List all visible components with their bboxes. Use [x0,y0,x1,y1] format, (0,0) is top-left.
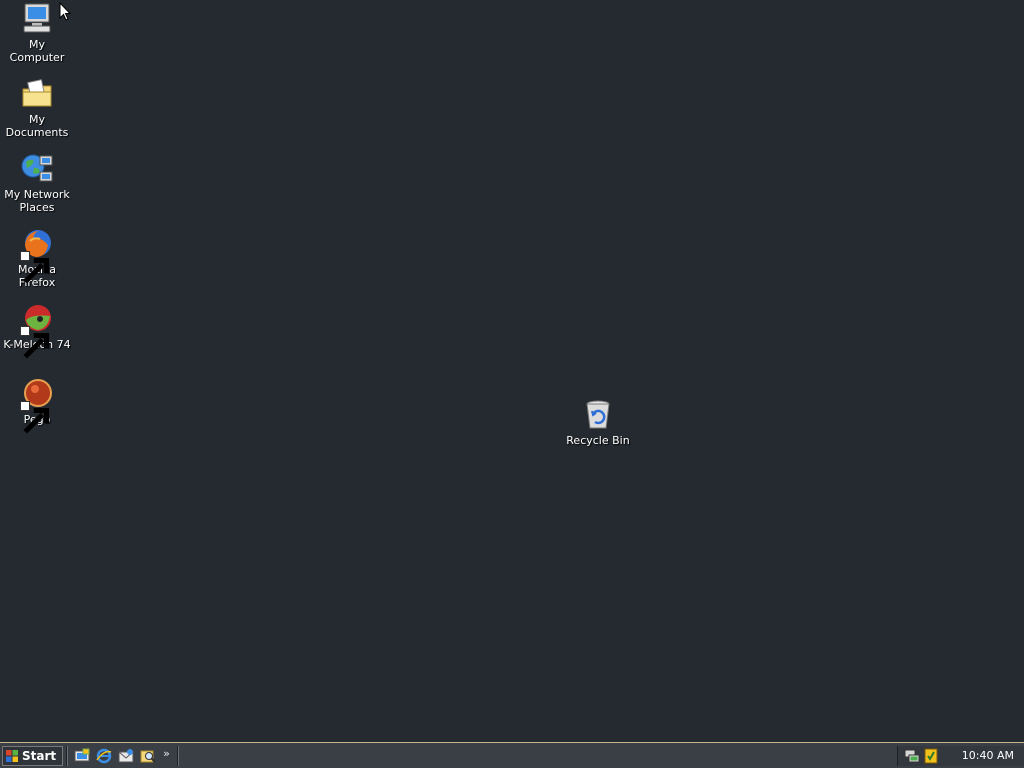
desktop-icon-label: Recycle Bin [566,434,630,447]
desktop-icon-label: My Network Places [4,188,70,214]
shortcut-arrow-icon [20,326,50,359]
shortcut-arrow-icon [20,251,50,284]
system-tray: 10:40 AM [896,745,1024,766]
recycle-bin-icon [581,398,615,432]
desktop-icon-network-places[interactable]: My Network Places [0,152,74,214]
shortcut-arrow-icon [20,401,50,434]
taskbar: Start » 10:40 AM [0,742,1024,768]
desktop-icon-pego[interactable]: Pego [0,377,74,434]
network-places-icon [20,152,54,186]
kmeleon-icon [20,302,54,359]
search-icon[interactable] [139,747,157,765]
desktop-icon-label: My Documents [5,113,69,139]
desktop[interactable]: My Computer My Documents My Network Plac… [0,0,1024,742]
desktop-icon-kmeleon[interactable]: K-Meleon 74 [0,302,74,359]
desktop-icon-label: My Computer [9,38,65,64]
mouse-cursor-icon [59,1,72,22]
network-tray-icon[interactable] [904,748,920,764]
show-desktop-icon[interactable] [73,747,91,765]
start-button[interactable]: Start [2,745,64,766]
clock[interactable]: 10:40 AM [962,749,1014,762]
taskbar-separator [66,745,69,766]
my-computer-icon [20,2,54,36]
my-documents-icon [20,77,54,111]
outlook-express-icon[interactable] [117,747,135,765]
task-area [182,746,897,766]
desktop-icon-recycle-bin[interactable]: Recycle Bin [561,398,635,447]
quick-launch-more-button[interactable]: » [163,747,170,765]
taskbar-separator [176,745,179,766]
pego-icon [20,377,54,434]
windows-flag-icon [6,749,18,762]
start-label: Start [22,748,57,763]
desktop-icon-firefox[interactable]: Mozilla Firefox [0,227,74,289]
security-tray-icon[interactable] [923,748,939,764]
desktop-icon-my-documents[interactable]: My Documents [0,77,74,139]
internet-explorer-icon[interactable] [95,747,113,765]
firefox-icon [20,227,54,284]
